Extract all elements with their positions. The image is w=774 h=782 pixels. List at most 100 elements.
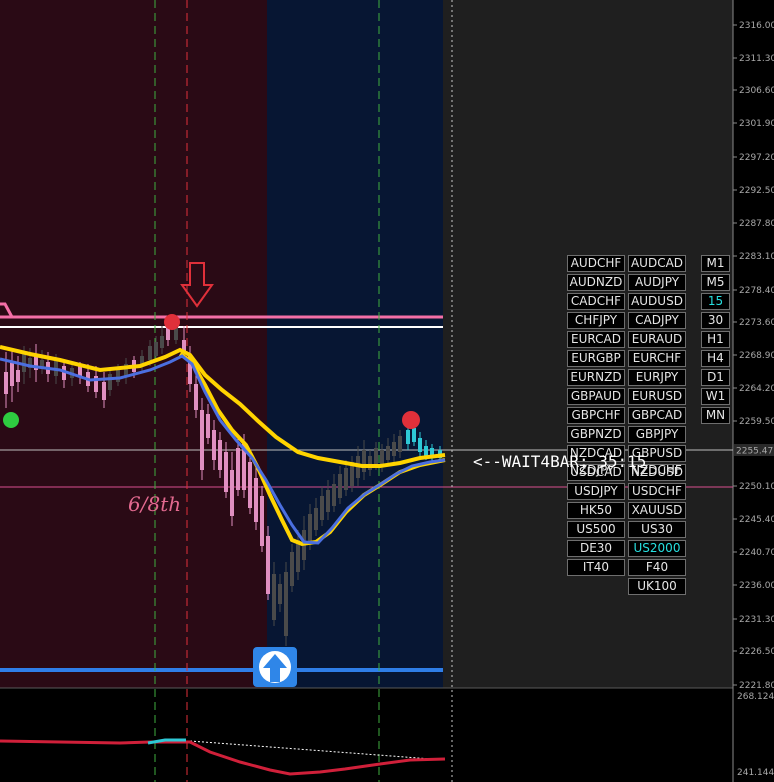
price-label: 2292.50 xyxy=(739,186,774,196)
candle-body xyxy=(200,410,204,470)
price-label: 2287.80 xyxy=(739,219,774,229)
symbol-button-xauusd[interactable]: XAUUSD xyxy=(628,502,686,519)
price-label: 2236.00 xyxy=(739,581,774,591)
candle-body xyxy=(206,414,210,438)
symbol-button-it40[interactable]: IT40 xyxy=(567,559,625,576)
price-label: 2250.10 xyxy=(739,482,774,492)
timeframe-button-mn[interactable]: MN xyxy=(701,407,730,424)
candle-body xyxy=(224,452,228,492)
red-sell-dot-1 xyxy=(164,314,180,330)
price-label: 2297.20 xyxy=(739,153,774,163)
price-axis: 2316.00 2311.30 2306.60 2301.90 2297.20 2292.… xyxy=(733,21,774,691)
symbol-button-audnzd[interactable]: AUDNZD xyxy=(567,274,625,291)
price-label: 2283.10 xyxy=(739,252,774,262)
timeframe-button-m5[interactable]: M5 xyxy=(701,274,730,291)
candle-body xyxy=(272,574,276,620)
candle-body xyxy=(102,382,106,400)
candle-body xyxy=(386,446,390,460)
symbol-button-eurgbp[interactable]: EURGBP xyxy=(567,350,625,367)
candle-body xyxy=(326,490,330,512)
symbol-button-us2000[interactable]: US2000 xyxy=(628,540,686,557)
timeframe-button-h4[interactable]: H4 xyxy=(701,350,730,367)
candle-body xyxy=(254,478,258,522)
price-label: 2245.40 xyxy=(739,515,774,525)
symbol-button-cadjpy[interactable]: CADJPY xyxy=(628,312,686,329)
symbol-button-eurusd[interactable]: EURUSD xyxy=(628,388,686,405)
symbol-button-audusd[interactable]: AUDUSD xyxy=(628,293,686,310)
wait-bar-label: <--WAIT4BAR: 35:15 xyxy=(473,452,647,471)
candle-body xyxy=(308,514,312,542)
symbol-button-us500[interactable]: US500 xyxy=(567,521,625,538)
candle-body xyxy=(230,470,234,516)
price-label: 2311.30 xyxy=(739,54,774,64)
candle-body xyxy=(266,536,270,594)
symbol-button-us30[interactable]: US30 xyxy=(628,521,686,538)
candle-body xyxy=(424,446,428,456)
symbol-button-audjpy[interactable]: AUDJPY xyxy=(628,274,686,291)
candle-body xyxy=(16,370,20,382)
candle-body xyxy=(398,436,402,452)
symbol-button-hk50[interactable]: HK50 xyxy=(567,502,625,519)
candle-body xyxy=(374,448,378,464)
candle-body xyxy=(108,374,112,390)
indicator-axis-top: 268.1242 xyxy=(737,692,774,702)
timeframe-button-15[interactable]: 15 xyxy=(701,293,730,310)
candle-body xyxy=(362,450,366,472)
bearish-zone xyxy=(0,0,267,688)
symbol-button-audchf[interactable]: AUDCHF xyxy=(567,255,625,272)
green-buy-dot xyxy=(3,412,19,428)
timeframe-button-h1[interactable]: H1 xyxy=(701,331,730,348)
price-label: 2240.70 xyxy=(739,548,774,558)
candle-body xyxy=(332,484,336,506)
up-arrow-icon xyxy=(253,647,297,687)
price-label: 2316.00 xyxy=(739,21,774,31)
candle-body xyxy=(412,428,416,442)
price-label: 2231.30 xyxy=(739,615,774,625)
candle-body xyxy=(154,342,158,356)
candle-body xyxy=(284,572,288,636)
candle-body xyxy=(278,584,282,604)
symbol-button-eurjpy[interactable]: EURJPY xyxy=(628,369,686,386)
symbol-button-usdjpy[interactable]: USDJPY xyxy=(567,483,625,500)
symbol-button-cadchf[interactable]: CADCHF xyxy=(567,293,625,310)
symbol-button-eurnzd[interactable]: EURNZD xyxy=(567,369,625,386)
candle-body xyxy=(392,442,396,456)
symbol-button-f40[interactable]: F40 xyxy=(628,559,686,576)
symbol-button-euraud[interactable]: EURAUD xyxy=(628,331,686,348)
symbol-button-eurcad[interactable]: EURCAD xyxy=(567,331,625,348)
candle-body xyxy=(290,552,294,586)
timeframe-button-w1[interactable]: W1 xyxy=(701,388,730,405)
candle-body xyxy=(236,448,240,490)
candle-body xyxy=(418,438,422,452)
symbol-button-usdchf[interactable]: USDCHF xyxy=(628,483,686,500)
symbol-button-de30[interactable]: DE30 xyxy=(567,540,625,557)
price-label: 2301.90 xyxy=(739,119,774,129)
symbol-button-gbpcad[interactable]: GBPCAD xyxy=(628,407,686,424)
timeframe-button-m1[interactable]: M1 xyxy=(701,255,730,272)
price-label: 2264.20 xyxy=(739,384,774,394)
symbol-button-gbpchf[interactable]: GBPCHF xyxy=(567,407,625,424)
candle-body xyxy=(320,496,324,520)
price-label: 2226.50 xyxy=(739,647,774,657)
symbol-button-uk100[interactable]: UK100 xyxy=(628,578,686,595)
symbol-button-audcad[interactable]: AUDCAD xyxy=(628,255,686,272)
candle-body xyxy=(338,474,342,498)
indicator-axis-bottom: 241.1447 xyxy=(737,768,774,778)
timeframe-button-30[interactable]: 30 xyxy=(701,312,730,329)
symbol-button-gbpnzd[interactable]: GBPNZD xyxy=(567,426,625,443)
price-label: 2273.60 xyxy=(739,318,774,328)
candle-body xyxy=(212,430,216,460)
candle-body xyxy=(344,468,348,490)
candle-body xyxy=(160,336,164,348)
symbol-button-eurchf[interactable]: EURCHF xyxy=(628,350,686,367)
candle-body xyxy=(260,496,264,546)
candle-body xyxy=(4,372,8,394)
symbol-button-gbpjpy[interactable]: GBPJPY xyxy=(628,426,686,443)
candle-body xyxy=(406,430,410,444)
price-label: 2259.50 xyxy=(739,417,774,427)
symbol-button-chfjpy[interactable]: CHFJPY xyxy=(567,312,625,329)
price-label: 2268.90 xyxy=(739,351,774,361)
timeframe-button-d1[interactable]: D1 xyxy=(701,369,730,386)
candle-body xyxy=(218,440,222,470)
symbol-button-gbpaud[interactable]: GBPAUD xyxy=(567,388,625,405)
